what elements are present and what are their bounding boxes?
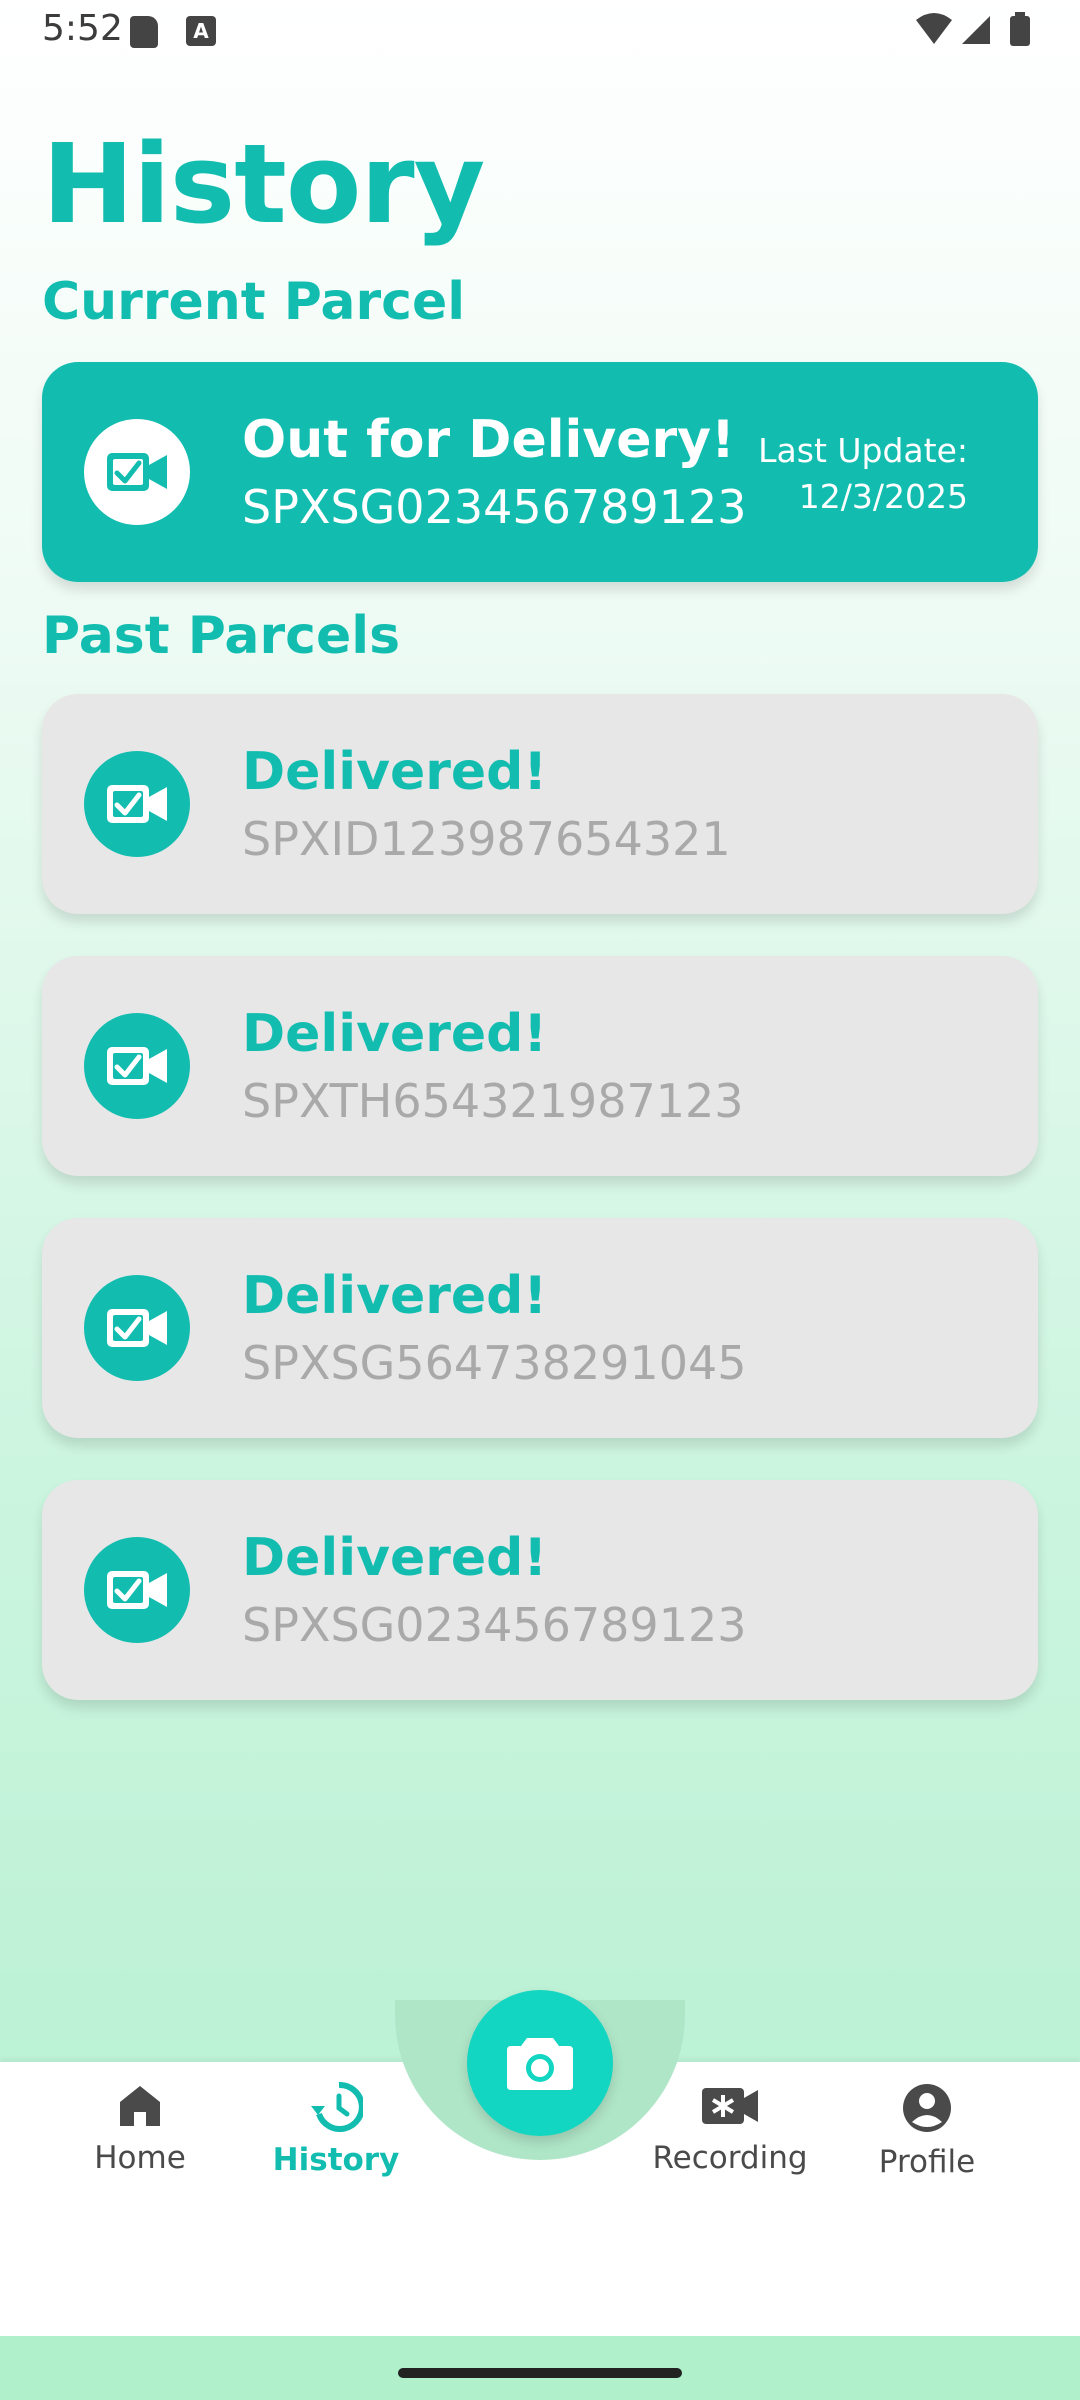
past-parcels-heading: Past Parcels — [42, 606, 401, 666]
nav-recording[interactable]: Recording — [630, 2082, 830, 2176]
nav-history[interactable]: History — [236, 2081, 436, 2178]
nav-home-label: Home — [94, 2140, 186, 2176]
a-notification-icon: A — [186, 16, 216, 46]
home-icon — [120, 2086, 160, 2126]
past-parcel-card[interactable]: Delivered! SPXTH654321987123 — [42, 956, 1038, 1176]
current-parcel-code: SPXSG023456789123 — [242, 480, 747, 534]
parcel-code: SPXTH654321987123 — [242, 1074, 744, 1128]
camera-icon — [507, 2038, 573, 2090]
last-update-date: 12/3/2025 — [798, 477, 968, 516]
last-update-label: Last Update: — [758, 431, 968, 470]
profile-icon — [903, 2084, 951, 2132]
past-parcel-card[interactable]: Delivered! SPXSG564738291045 — [42, 1218, 1038, 1438]
parcel-status: Delivered! — [242, 1004, 548, 1064]
recording-icon — [702, 2088, 758, 2124]
past-parcel-card[interactable]: Delivered! SPXSG023456789123 — [42, 1480, 1038, 1700]
home-handle[interactable] — [398, 2368, 682, 2378]
last-update: Last Update: 12/3/2025 — [758, 428, 968, 520]
nav-profile[interactable]: Profile — [827, 2082, 1027, 2180]
video-check-icon — [84, 1275, 190, 1381]
past-parcel-card[interactable]: Delivered! SPXID123987654321 — [42, 694, 1038, 914]
parcel-status: Delivered! — [242, 742, 548, 802]
status-bar: 5:52 A — [0, 0, 1080, 64]
parcel-status: Delivered! — [242, 1266, 548, 1326]
status-time: 5:52 — [42, 8, 123, 49]
battery-icon — [1010, 16, 1030, 46]
status-icons — [914, 10, 1038, 54]
nav-profile-label: Profile — [878, 2144, 976, 2180]
video-check-icon — [84, 1013, 190, 1119]
video-check-icon — [84, 419, 190, 525]
sd-card-icon — [130, 16, 158, 48]
parcel-code: SPXSG564738291045 — [242, 1336, 747, 1390]
video-check-icon — [84, 751, 190, 857]
page-title: History — [42, 120, 485, 248]
current-parcel-status: Out for Delivery! — [242, 410, 735, 470]
nav-history-label: History — [272, 2142, 400, 2178]
camera-button[interactable] — [467, 1990, 613, 2136]
parcel-status: Delivered! — [242, 1528, 548, 1588]
history-icon — [311, 2081, 365, 2132]
current-parcel-heading: Current Parcel — [42, 272, 466, 332]
nav-recording-label: Recording — [652, 2140, 808, 2176]
video-check-icon — [84, 1537, 190, 1643]
parcel-code: SPXID123987654321 — [242, 812, 731, 866]
wifi-icon — [916, 13, 952, 44]
signal-icon — [962, 16, 990, 44]
current-parcel-card[interactable]: Out for Delivery! SPXSG023456789123 Last… — [42, 362, 1038, 582]
parcel-code: SPXSG023456789123 — [242, 1598, 747, 1652]
nav-home[interactable]: Home — [40, 2082, 240, 2176]
